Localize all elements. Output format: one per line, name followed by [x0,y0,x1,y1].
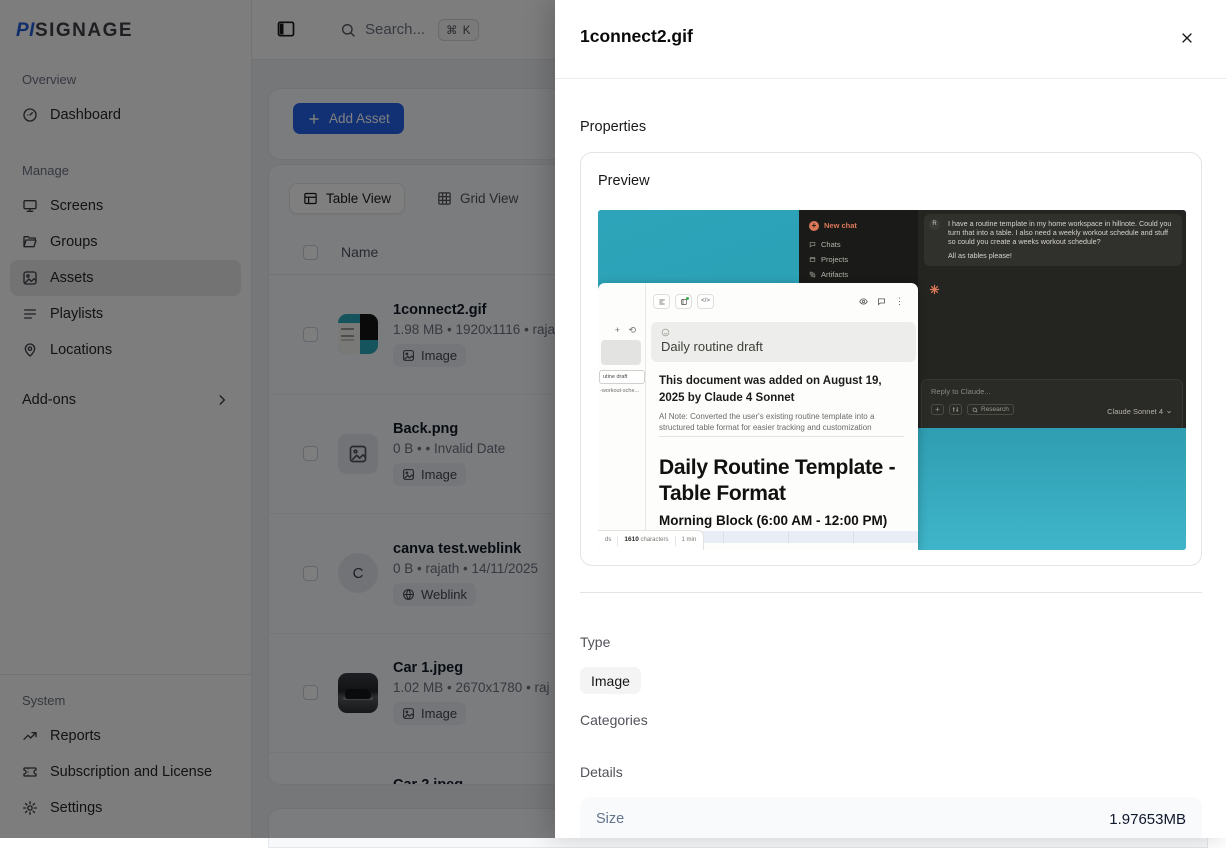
chat-message-bubble: R I have a routine template in my home w… [924,214,1182,266]
preview-teal-region [918,428,1186,550]
doc-code-icon: </> [697,294,714,309]
doc-header-block: Daily routine draft [651,322,916,362]
composer-sliders-icon [949,404,962,415]
categories-label: Categories [580,712,648,728]
new-chat-icon: + [809,221,819,231]
doc-mini-sidebar: + ⟲ utine draft -workout-sche... [598,283,646,550]
preview-label: Preview [598,173,650,189]
claude-spark-icon [929,284,940,295]
size-value: 1.97653MB [1109,811,1186,828]
comment-icon [877,297,886,306]
search-icon [972,407,978,413]
type-label: Type [580,634,610,650]
close-button[interactable] [1177,28,1197,48]
doc-added-line: This document was added on August 19, 20… [659,373,889,406]
doc-sidebar-item: utine draft [599,370,645,384]
sheet-header-divider [555,78,1226,79]
preview-composer: Reply to Claude... + Research [921,379,1183,428]
properties-label: Properties [580,119,646,135]
composer-research-button: Research [967,404,1014,415]
doc-sidebar-item: -workout-sche... [600,388,645,395]
doc-outline-icon [653,294,670,309]
sheet-title: 1connect2.gif [580,26,693,47]
doc-subheading: Morning Block (6:00 AM - 12:00 PM) [659,513,887,530]
eye-icon [859,297,868,306]
doc-title: Daily routine draft [661,339,916,355]
artifacts-icon [809,271,816,278]
size-detail-row: Size 1.97653MB [580,797,1202,838]
details-label: Details [580,764,623,780]
doc-stats-bar: ds 1610 characters 1 min [598,530,704,550]
model-selector: Claude Sonnet 4 [1107,407,1172,416]
chat-message-2: All as tables please! [948,251,1175,260]
close-icon [1179,30,1195,46]
app-root: PISIGNAGE Overview Dashboard Manage Scre… [0,0,1226,838]
asset-preview-image: + New chat Chats Projects Artifacts [598,210,1186,550]
chevron-down-icon [1166,409,1172,415]
composer-placeholder: Reply to Claude... [931,387,1173,396]
type-value-chip: Image [580,667,641,694]
doc-emoji-icon [661,328,670,337]
preview-card: Preview + New chat Chats Projects [580,152,1202,566]
doc-toolbar: </> [653,294,714,309]
box-icon [809,256,816,263]
chat-icon [809,241,816,248]
sheet-divider [580,592,1202,593]
preview-chat-area: R I have a routine template in my home w… [918,210,1186,428]
doc-ai-note: AI Note: Converted the user's existing r… [659,411,904,433]
chat-message: I have a routine template in my home wor… [948,219,1175,246]
asset-details-sheet: 1connect2.gif Properties Preview + New c… [555,0,1226,838]
more-menu-icon: ⋮ [895,296,904,307]
preview-document-window: + ⟲ utine draft -workout-sche... [598,283,918,550]
size-label: Size [596,811,624,827]
doc-book-icon [675,294,692,309]
doc-heading: Daily Routine Template - Table Format [659,455,899,508]
composer-plus-icon: + [931,404,944,415]
user-avatar: R [929,219,940,230]
